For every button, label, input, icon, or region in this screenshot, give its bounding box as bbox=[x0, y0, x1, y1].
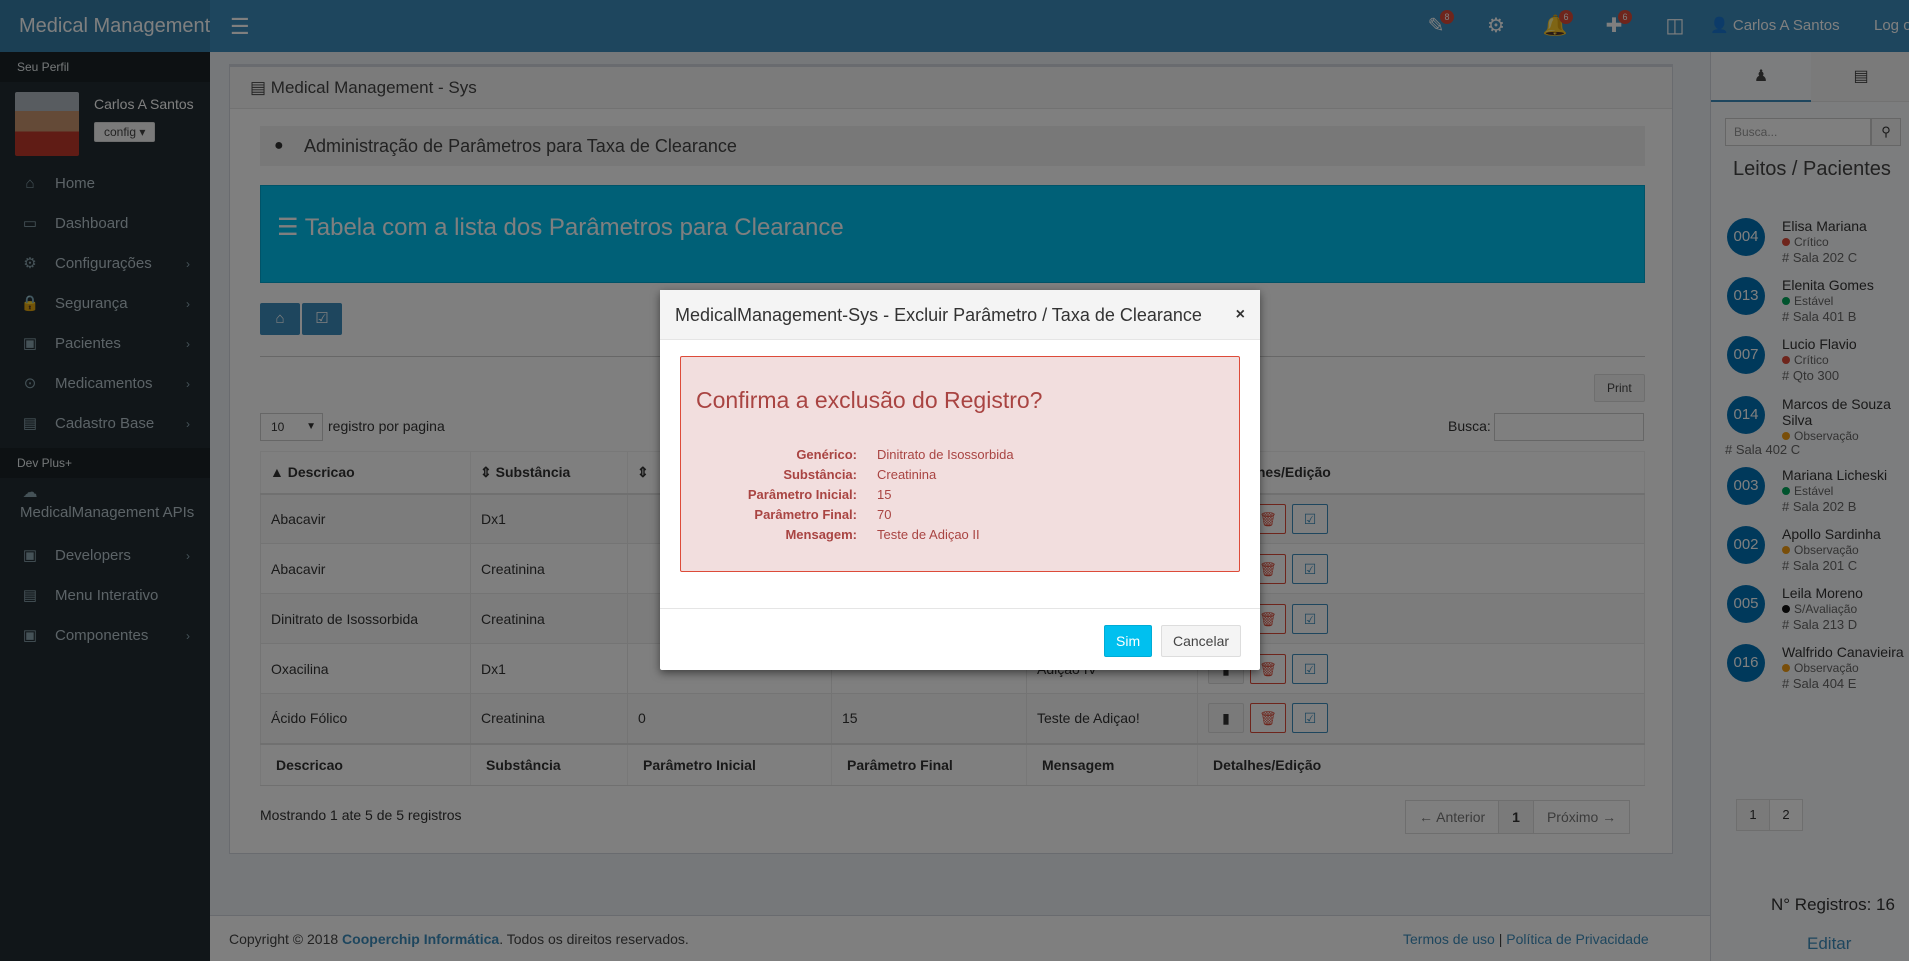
detail-label: Parâmetro Final: bbox=[754, 507, 857, 522]
close-icon[interactable]: × bbox=[1236, 290, 1245, 340]
confirm-yes-button[interactable]: Sim bbox=[1104, 625, 1153, 657]
delete-modal: MedicalManagement-Sys - Excluir Parâmetr… bbox=[660, 290, 1260, 670]
detail-value: Dinitrato de Isossorbida bbox=[877, 447, 1014, 462]
detail-label: Mensagem: bbox=[785, 527, 857, 542]
detail-value: 70 bbox=[877, 507, 892, 522]
detail-label: Substância: bbox=[783, 467, 857, 482]
modal-footer: Sim Cancelar bbox=[660, 608, 1260, 670]
detail-value: Teste de Adiçao II bbox=[877, 527, 980, 542]
cancel-button[interactable]: Cancelar bbox=[1161, 625, 1242, 657]
confirm-alert: Confirma a exclusão do Registro? Genéric… bbox=[680, 356, 1240, 572]
detail-value: Creatinina bbox=[877, 467, 937, 482]
confirm-question: Confirma a exclusão do Registro? bbox=[696, 387, 1043, 413]
detail-value: 15 bbox=[877, 487, 892, 502]
modal-title: MedicalManagement-Sys - Excluir Parâmetr… bbox=[675, 305, 1202, 325]
modal-header: MedicalManagement-Sys - Excluir Parâmetr… bbox=[660, 290, 1260, 340]
detail-label: Parâmetro Inicial: bbox=[747, 487, 857, 502]
detail-label: Genérico: bbox=[796, 447, 857, 462]
